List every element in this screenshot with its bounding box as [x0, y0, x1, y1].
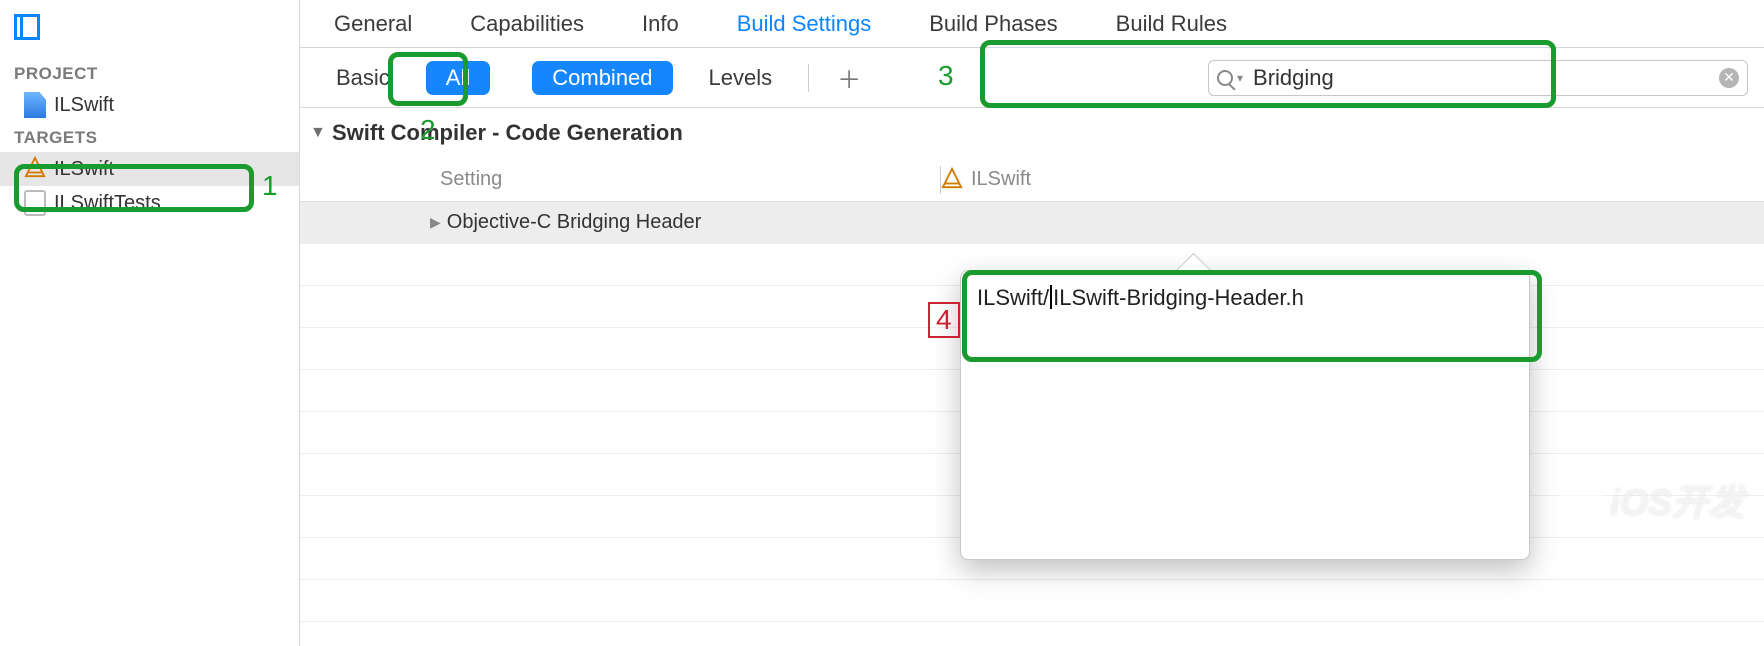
separator — [808, 64, 809, 92]
target-item-ilswifttests[interactable]: ILSwiftTests — [0, 186, 299, 220]
setting-row-bridging-header[interactable]: ▶ Objective-C Bridging Header — [300, 202, 1764, 244]
wechat-icon — [1558, 481, 1604, 519]
scope-all[interactable]: All — [426, 61, 490, 95]
add-build-setting-button[interactable]: ＋ — [825, 60, 873, 95]
view-levels[interactable]: Levels — [689, 61, 793, 95]
search-field[interactable]: ▾ ✕ — [1208, 60, 1748, 96]
sidebar: PROJECT ILSwift TARGETS ILSwift ILSwiftT… — [0, 0, 300, 646]
value-editor-popover[interactable]: ILSwift/ILSwift-Bridging-Header.h — [960, 270, 1530, 560]
watermark: iOS开发 — [1558, 474, 1744, 526]
scope-basic[interactable]: Basic — [316, 61, 410, 95]
text-cursor — [1050, 285, 1052, 309]
project-item[interactable]: ILSwift — [0, 88, 299, 122]
app-target-icon — [941, 167, 963, 193]
table-row — [300, 580, 1764, 622]
navigator-icon[interactable] — [14, 14, 40, 40]
chevron-right-icon[interactable]: ▶ — [430, 214, 441, 231]
value-text[interactable]: ILSwift/ILSwift-Bridging-Header.h — [977, 285, 1304, 310]
filter-bar: Basic All Combined Levels ＋ ▾ ✕ — [300, 48, 1764, 108]
clear-search-button[interactable]: ✕ — [1719, 68, 1739, 88]
tab-capabilities[interactable]: Capabilities — [466, 11, 588, 37]
column-setting: Setting — [300, 168, 940, 191]
tab-general[interactable]: General — [330, 11, 416, 37]
chevron-down-icon[interactable]: ▾ — [1237, 71, 1243, 85]
column-headers: Setting ILSwift — [300, 158, 1764, 202]
tab-build-phases[interactable]: Build Phases — [925, 11, 1061, 37]
section-title: Swift Compiler - Code Generation — [332, 120, 683, 146]
view-combined[interactable]: Combined — [532, 61, 672, 95]
tab-build-rules[interactable]: Build Rules — [1112, 11, 1231, 37]
column-target: ILSwift — [941, 167, 1031, 193]
disclosure-triangle-icon[interactable]: ▼ — [310, 124, 326, 142]
editor-tabs: General Capabilities Info Build Settings… — [300, 0, 1764, 48]
project-name: ILSwift — [54, 94, 114, 117]
search-input[interactable] — [1253, 65, 1719, 91]
xcodeproj-icon — [24, 92, 46, 118]
target-name: ILSwift — [54, 158, 114, 181]
test-target-icon — [24, 190, 46, 216]
setting-name: Objective-C Bridging Header — [447, 211, 702, 234]
app-target-icon — [24, 156, 46, 182]
target-name: ILSwiftTests — [54, 192, 161, 215]
tab-build-settings[interactable]: Build Settings — [733, 11, 876, 37]
tab-info[interactable]: Info — [638, 11, 683, 37]
target-item-ilswift[interactable]: ILSwift — [0, 152, 299, 186]
search-icon — [1217, 70, 1233, 86]
main: General Capabilities Info Build Settings… — [300, 0, 1764, 646]
project-section-label: PROJECT — [0, 58, 299, 88]
targets-section-label: TARGETS — [0, 122, 299, 152]
